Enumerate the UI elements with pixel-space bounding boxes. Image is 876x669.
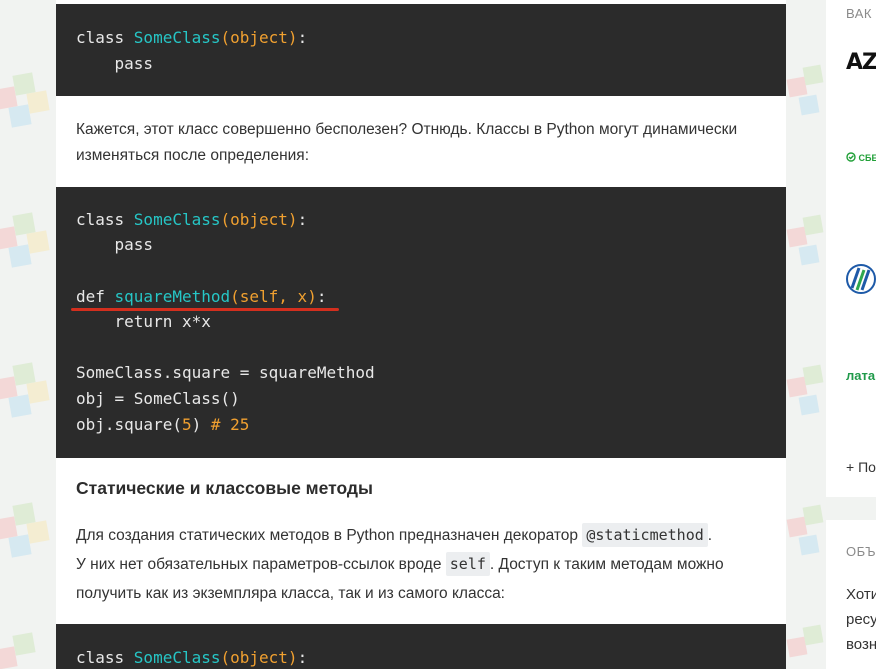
more-vacancies-link[interactable]: + По (846, 459, 876, 475)
sidebar-text-line: ресу (846, 611, 876, 628)
code-block-static-example[interactable]: class SomeClass(object): (56, 624, 786, 669)
inline-code-staticmethod: @staticmethod (582, 523, 708, 547)
inline-code-self: self (445, 552, 490, 576)
sidebar-text-line: Хоти (846, 586, 876, 603)
code-block-dynamic-method[interactable]: class SomeClass(object): pass def square… (56, 187, 786, 458)
code-line: class SomeClass(object): (76, 28, 308, 47)
company-logo-az[interactable]: AZ (846, 50, 876, 75)
paragraph-static-methods: Для создания статических методов в Pytho… (76, 521, 776, 608)
red-underline-annotation (71, 308, 339, 311)
paragraph-dynamic-classes: Кажется, этот класс совершенно бесполезе… (76, 121, 738, 164)
sidebar-vacancies: ВАК AZ СБЕ лата + По (826, 0, 876, 497)
sidebar-announcements: ОБЪ Хоти ресу возн (826, 520, 876, 669)
code-line: class SomeClass(object): (76, 648, 308, 667)
company-logo-sber[interactable]: СБЕ (846, 152, 876, 163)
code-line: return x*x (76, 312, 211, 331)
code-line: SomeClass.square = squareMethod (76, 363, 375, 382)
vacancies-label: ВАК (846, 6, 872, 21)
code-line: obj = SomeClass() (76, 389, 240, 408)
article-content: class SomeClass(object): pass Кажется, э… (56, 0, 786, 669)
company-logo-lata[interactable]: лата (846, 368, 875, 383)
code-line: class SomeClass(object): (76, 210, 308, 229)
code-block-class-definition[interactable]: class SomeClass(object): pass (56, 4, 786, 96)
code-line-highlighted: def squareMethod(self, x): (76, 287, 327, 306)
announcements-label: ОБЪ (846, 544, 876, 559)
code-line: pass (76, 54, 154, 73)
company-logo-stripes-icon[interactable] (846, 262, 876, 296)
code-line: pass (76, 235, 154, 254)
sidebar-text-line: возн (846, 636, 876, 653)
sber-check-icon (846, 152, 856, 162)
code-line: obj.square(5) # 25 (76, 415, 250, 434)
section-heading: Статические и классовые методы (76, 478, 373, 498)
